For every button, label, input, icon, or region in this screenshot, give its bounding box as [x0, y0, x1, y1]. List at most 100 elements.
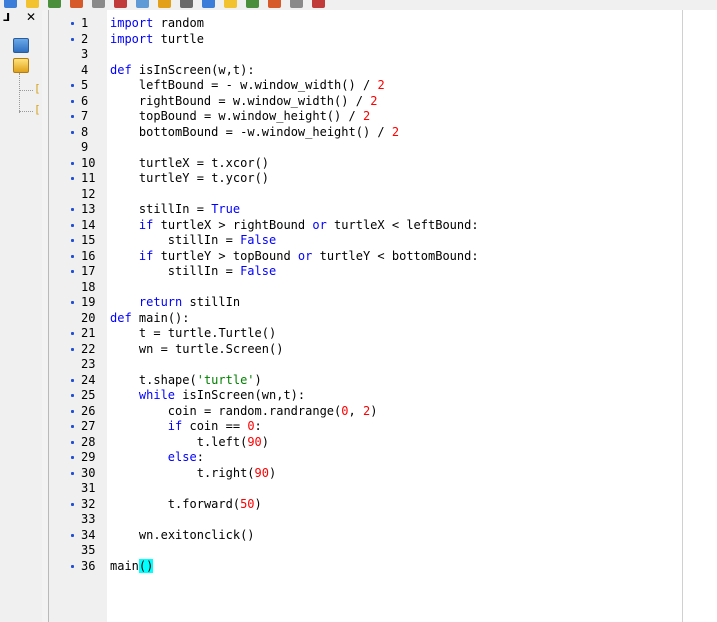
tree-item[interactable]: [	[34, 82, 41, 95]
line-marker-icon[interactable]	[71, 161, 74, 165]
run-icon[interactable]	[202, 0, 215, 8]
paste-icon[interactable]	[136, 0, 149, 8]
code-line[interactable]: 7 topBound = w.window_height() / 2	[49, 109, 717, 125]
code-line[interactable]: 24 t.shape('turtle')	[49, 373, 717, 389]
code-text: turtleX = t.xcor()	[138, 155, 270, 170]
line-marker-icon[interactable]	[71, 533, 74, 537]
line-marker-icon[interactable]	[71, 394, 74, 397]
code-text: t = turtle.Turtle()	[138, 326, 277, 340]
code-line[interactable]: 22 wn = turtle.Screen()	[49, 342, 717, 358]
code-line[interactable]: 4 def isInScreen(w,t):	[49, 63, 717, 79]
line-number: 19	[81, 295, 96, 309]
line-marker-icon[interactable]	[71, 332, 74, 335]
code-line[interactable]: 25 while isInScreen(wn,t):	[49, 388, 717, 404]
line-marker-icon[interactable]	[71, 130, 74, 134]
line-marker-icon[interactable]	[71, 425, 74, 428]
line-marker-icon[interactable]	[71, 223, 74, 227]
code-line[interactable]: 3	[49, 47, 717, 63]
module-icon[interactable]	[13, 58, 29, 73]
code-line[interactable]: 1 import random	[49, 16, 717, 32]
debug-icon[interactable]	[246, 0, 259, 8]
panel-splitter[interactable]	[42, 10, 49, 622]
code-line[interactable]: 26 coin = random.randrange(0, 2)	[49, 404, 717, 420]
line-marker-icon[interactable]	[71, 409, 74, 413]
open-file-icon[interactable]	[26, 0, 39, 8]
code-line[interactable]: 23	[49, 357, 717, 373]
new-file-icon[interactable]	[4, 0, 17, 8]
code-line[interactable]: 9	[49, 140, 717, 156]
line-number: 8	[81, 124, 89, 139]
code-line[interactable]: 2 import turtle	[49, 32, 717, 48]
code-line[interactable]: 27 if coin == 0:	[49, 419, 717, 435]
code-line[interactable]: 13 stillIn = True	[49, 202, 717, 218]
stop-icon[interactable]	[224, 0, 237, 8]
line-number: 2	[81, 31, 89, 46]
code-line[interactable]: 29 else:	[49, 450, 717, 466]
line-marker-icon[interactable]	[71, 347, 74, 351]
code-line[interactable]: 30 t.right(90)	[49, 466, 717, 482]
line-number: 34	[81, 527, 96, 542]
line-marker-icon[interactable]	[71, 270, 74, 273]
code-line[interactable]: 17 stillIn = False	[49, 264, 717, 280]
line-number: 27	[81, 419, 96, 433]
code-line[interactable]: 28 t.left(90)	[49, 435, 717, 451]
pin-icon[interactable]: ⅃	[3, 11, 10, 24]
line-marker-icon[interactable]	[71, 254, 74, 258]
line-marker-icon[interactable]	[71, 177, 74, 180]
cut-icon[interactable]	[92, 0, 105, 8]
code-text: wn = turtle.Screen()	[138, 341, 284, 356]
line-marker-icon[interactable]	[71, 471, 74, 475]
line-number: 18	[81, 279, 96, 294]
tree-item[interactable]: [	[34, 103, 41, 116]
line-number: 15	[81, 233, 96, 247]
code-line[interactable]: 18	[49, 280, 717, 296]
line-marker-icon[interactable]	[71, 84, 74, 87]
line-marker-icon[interactable]	[71, 378, 74, 382]
code-line[interactable]: 31	[49, 481, 717, 497]
code-line[interactable]: 8 bottomBound = -w.window_height() / 2	[49, 125, 717, 141]
help-icon[interactable]	[312, 0, 325, 8]
code-line[interactable]: 33	[49, 512, 717, 528]
code-line[interactable]: 19 return stillIn	[49, 295, 717, 311]
redo-icon[interactable]	[180, 0, 193, 8]
code-line[interactable]: 15 stillIn = False	[49, 233, 717, 249]
line-marker-icon[interactable]	[71, 22, 74, 25]
settings-icon[interactable]	[290, 0, 303, 8]
code-line[interactable]: 21 t = turtle.Turtle()	[49, 326, 717, 342]
code-line[interactable]: 6 rightBound = w.window_width() / 2	[49, 94, 717, 110]
line-marker-icon[interactable]	[71, 115, 74, 118]
code-line[interactable]: 32 t.forward(50)	[49, 497, 717, 513]
line-number: 29	[81, 450, 96, 464]
save-all-icon[interactable]	[70, 0, 83, 8]
step-icon[interactable]	[268, 0, 281, 8]
line-marker-icon[interactable]	[71, 564, 74, 568]
code-line[interactable]: 12	[49, 187, 717, 203]
copy-icon[interactable]	[114, 0, 127, 8]
line-marker-icon[interactable]	[71, 456, 74, 459]
code-line[interactable]: 20 def main():	[49, 311, 717, 327]
line-marker-icon[interactable]	[71, 440, 74, 444]
project-icon[interactable]	[13, 38, 29, 53]
code-line[interactable]: 11 turtleY = t.ycor()	[49, 171, 717, 187]
code-text: stillIn = True	[138, 202, 241, 216]
line-marker-icon[interactable]	[71, 239, 74, 242]
close-icon[interactable]: ✕	[26, 10, 36, 24]
undo-icon[interactable]	[158, 0, 171, 8]
line-marker-icon[interactable]	[71, 208, 74, 211]
line-marker-icon[interactable]	[71, 502, 74, 506]
code-text: while isInScreen(wn,t):	[138, 388, 306, 402]
code-line[interactable]: 36 main()	[49, 558, 717, 575]
code-line[interactable]: 5 leftBound = - w.window_width() / 2	[49, 78, 717, 94]
code-text: t.left(90)	[196, 434, 269, 449]
code-editor[interactable]: 1 import random 2 import turtle 3 4 def isInSc…	[49, 10, 717, 622]
code-line[interactable]: 16 if turtleY > topBound or turtleY < bo…	[49, 249, 717, 265]
line-marker-icon[interactable]	[71, 99, 74, 103]
line-marker-icon[interactable]	[71, 301, 74, 304]
code-line[interactable]: 35	[49, 543, 717, 559]
code-line[interactable]: 10 turtleX = t.xcor()	[49, 156, 717, 172]
code-line[interactable]: 34 wn.exitonclick()	[49, 528, 717, 544]
line-marker-icon[interactable]	[71, 37, 74, 41]
save-icon[interactable]	[48, 0, 61, 8]
tree-connector	[19, 90, 33, 91]
code-line[interactable]: 14 if turtleX > rightBound or turtleX < …	[49, 218, 717, 234]
